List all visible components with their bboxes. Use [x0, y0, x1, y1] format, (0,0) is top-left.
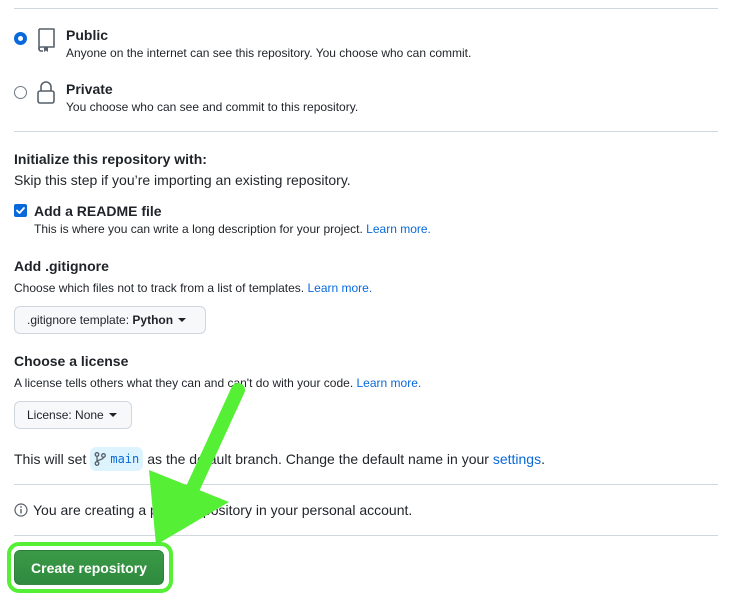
info-line: You are creating a public repository in …: [14, 502, 412, 518]
public-description: Anyone on the internet can see this repo…: [66, 46, 472, 60]
gitignore-button-prefix: .gitignore template:: [27, 313, 130, 327]
public-title: Public: [66, 27, 109, 43]
gitignore-title: Add .gitignore: [14, 258, 109, 274]
initialize-title: Initialize this repository with:: [14, 151, 207, 167]
readme-label[interactable]: Add a README file: [34, 203, 162, 219]
private-description: You choose who can see and commit to thi…: [66, 100, 359, 114]
readme-learn-more-link[interactable]: Learn more.: [366, 222, 431, 236]
checkmark-icon: [16, 207, 25, 214]
caret-down-icon: [108, 413, 117, 417]
license-select-button[interactable]: License: None: [14, 401, 132, 429]
initialize-description: Skip this step if you’re importing an ex…: [14, 172, 351, 188]
visibility-divider: [14, 131, 718, 132]
repo-icon: [38, 28, 55, 52]
license-description-line: A license tells others what they can and…: [14, 376, 421, 390]
private-radio[interactable]: [14, 86, 27, 99]
default-branch-line: This will set main as the default branch…: [14, 447, 545, 471]
branch-prefix: This will set: [14, 451, 87, 467]
info-text: You are creating a public repository in …: [33, 502, 413, 518]
license-title: Choose a license: [14, 353, 129, 369]
license-description: A license tells others what they can and…: [14, 376, 354, 390]
lock-icon: [37, 81, 55, 104]
create-repository-button[interactable]: Create repository: [14, 550, 164, 585]
readme-description-line: This is where you can write a long descr…: [34, 222, 431, 236]
readme-description: This is where you can write a long descr…: [34, 222, 363, 236]
private-title: Private: [66, 81, 113, 97]
public-radio[interactable]: [14, 32, 27, 45]
branch-suffix: .: [541, 451, 545, 467]
license-button-value: None: [75, 408, 104, 422]
readme-checkbox[interactable]: [14, 204, 27, 217]
gitignore-description-line: Choose which files not to track from a l…: [14, 281, 372, 295]
footer-divider: [14, 535, 718, 536]
gitignore-select-button[interactable]: .gitignore template: Python: [14, 306, 206, 334]
license-button-prefix: License:: [27, 408, 72, 422]
license-learn-more-link[interactable]: Learn more.: [357, 376, 422, 390]
branch-name-tag: main: [90, 447, 144, 471]
git-branch-icon: [94, 452, 107, 466]
gitignore-button-value: Python: [132, 313, 174, 327]
branch-divider: [14, 484, 718, 485]
top-divider: [14, 8, 718, 9]
gitignore-description: Choose which files not to track from a l…: [14, 281, 305, 295]
settings-link[interactable]: settings: [493, 451, 541, 467]
branch-middle-text: as the default branch. Change the defaul…: [147, 451, 489, 467]
gitignore-learn-more-link[interactable]: Learn more.: [307, 281, 372, 295]
info-icon: [14, 503, 28, 517]
branch-name: main: [110, 452, 140, 466]
caret-down-icon: [178, 318, 187, 322]
